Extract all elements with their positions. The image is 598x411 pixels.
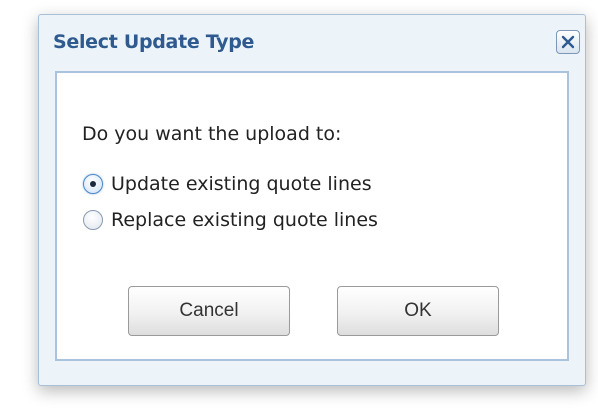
close-button[interactable]	[556, 30, 580, 54]
radio-update-existing[interactable]	[83, 174, 103, 194]
dialog-title: Select Update Type	[53, 31, 255, 53]
cancel-button[interactable]: Cancel	[128, 286, 290, 336]
radio-selected-dot	[90, 181, 96, 187]
question-label: Do you want the upload to:	[82, 123, 342, 145]
radio-replace-existing[interactable]	[83, 210, 103, 230]
option-update-label: Update existing quote lines	[111, 173, 372, 195]
select-update-type-dialog: Select Update Type Do you want the uploa…	[38, 14, 586, 386]
dialog-content: Do you want the upload to: Update existi…	[55, 71, 569, 361]
close-icon	[561, 35, 575, 49]
option-update-existing[interactable]: Update existing quote lines	[83, 172, 372, 196]
option-replace-label: Replace existing quote lines	[111, 209, 378, 231]
option-replace-existing[interactable]: Replace existing quote lines	[83, 208, 378, 232]
ok-button[interactable]: OK	[337, 286, 499, 336]
